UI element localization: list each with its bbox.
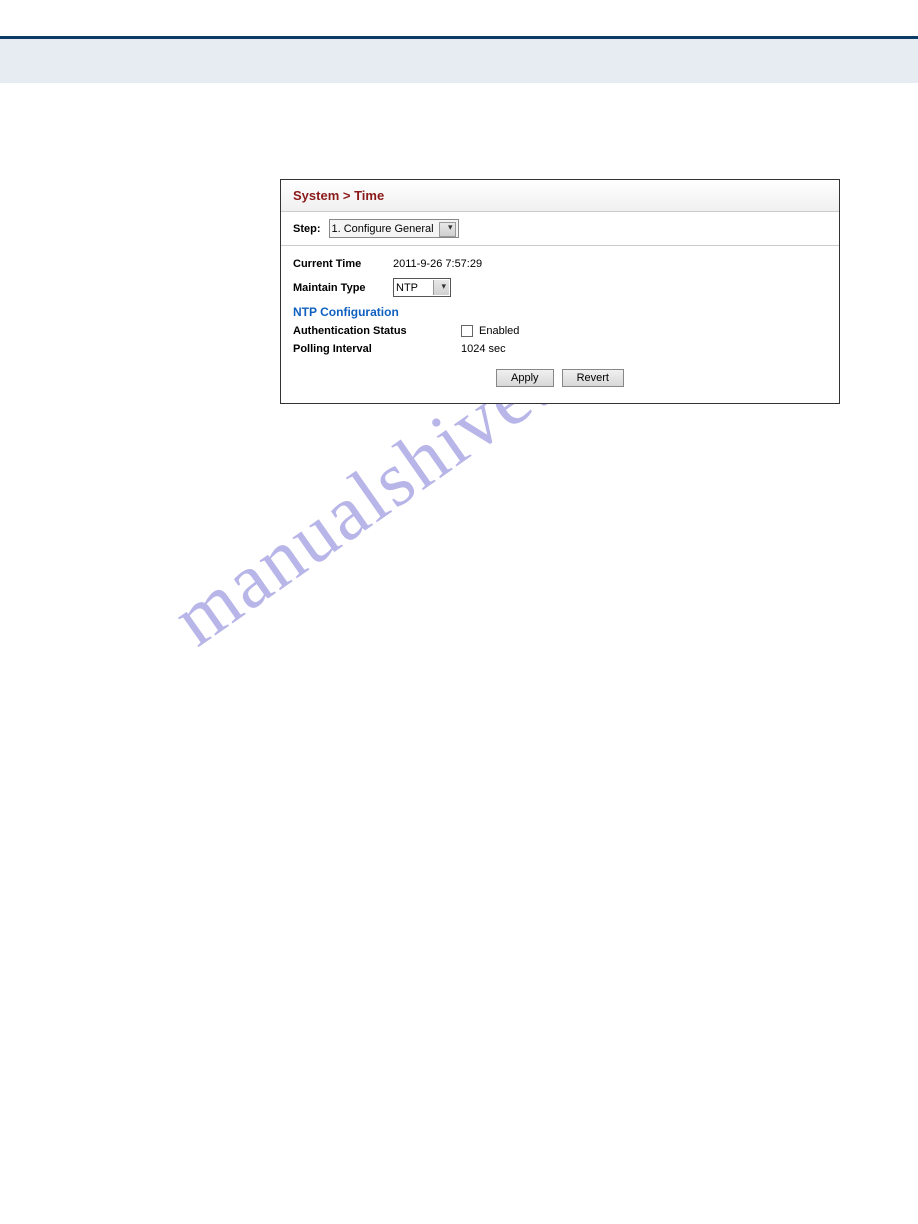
auth-status-label: Authentication Status: [293, 325, 461, 337]
page-header-bar: [0, 39, 918, 83]
maintain-type-value: NTP: [396, 282, 418, 294]
polling-interval-value: 1024 sec: [461, 343, 506, 355]
revert-button[interactable]: Revert: [562, 369, 624, 387]
maintain-type-row: Maintain Type NTP: [293, 278, 827, 297]
auth-status-row: Authentication Status Enabled: [293, 325, 827, 337]
config-panel: System > Time Step: 1. Configure General…: [280, 179, 840, 404]
current-time-row: Current Time 2011-9-26 7:57:29: [293, 258, 827, 270]
maintain-type-label: Maintain Type: [293, 282, 393, 294]
maintain-type-select[interactable]: NTP: [393, 278, 451, 297]
panel-title: System > Time: [281, 180, 839, 212]
button-row: Apply Revert: [293, 361, 827, 391]
auth-checkbox-wrap: Enabled: [461, 325, 519, 337]
current-time-label: Current Time: [293, 258, 393, 270]
step-select[interactable]: 1. Configure General: [329, 219, 459, 238]
panel-body: Current Time 2011-9-26 7:57:29 Maintain …: [281, 246, 839, 403]
polling-interval-label: Polling Interval: [293, 343, 461, 355]
auth-enabled-label: Enabled: [479, 325, 519, 337]
apply-button[interactable]: Apply: [496, 369, 554, 387]
step-label: Step:: [293, 223, 321, 235]
step-row: Step: 1. Configure General: [281, 212, 839, 246]
step-select-value: 1. Configure General: [332, 223, 434, 235]
auth-enabled-checkbox[interactable]: [461, 325, 473, 337]
ntp-config-header: NTP Configuration: [293, 305, 827, 319]
current-time-value: 2011-9-26 7:57:29: [393, 258, 482, 270]
polling-interval-row: Polling Interval 1024 sec: [293, 343, 827, 355]
